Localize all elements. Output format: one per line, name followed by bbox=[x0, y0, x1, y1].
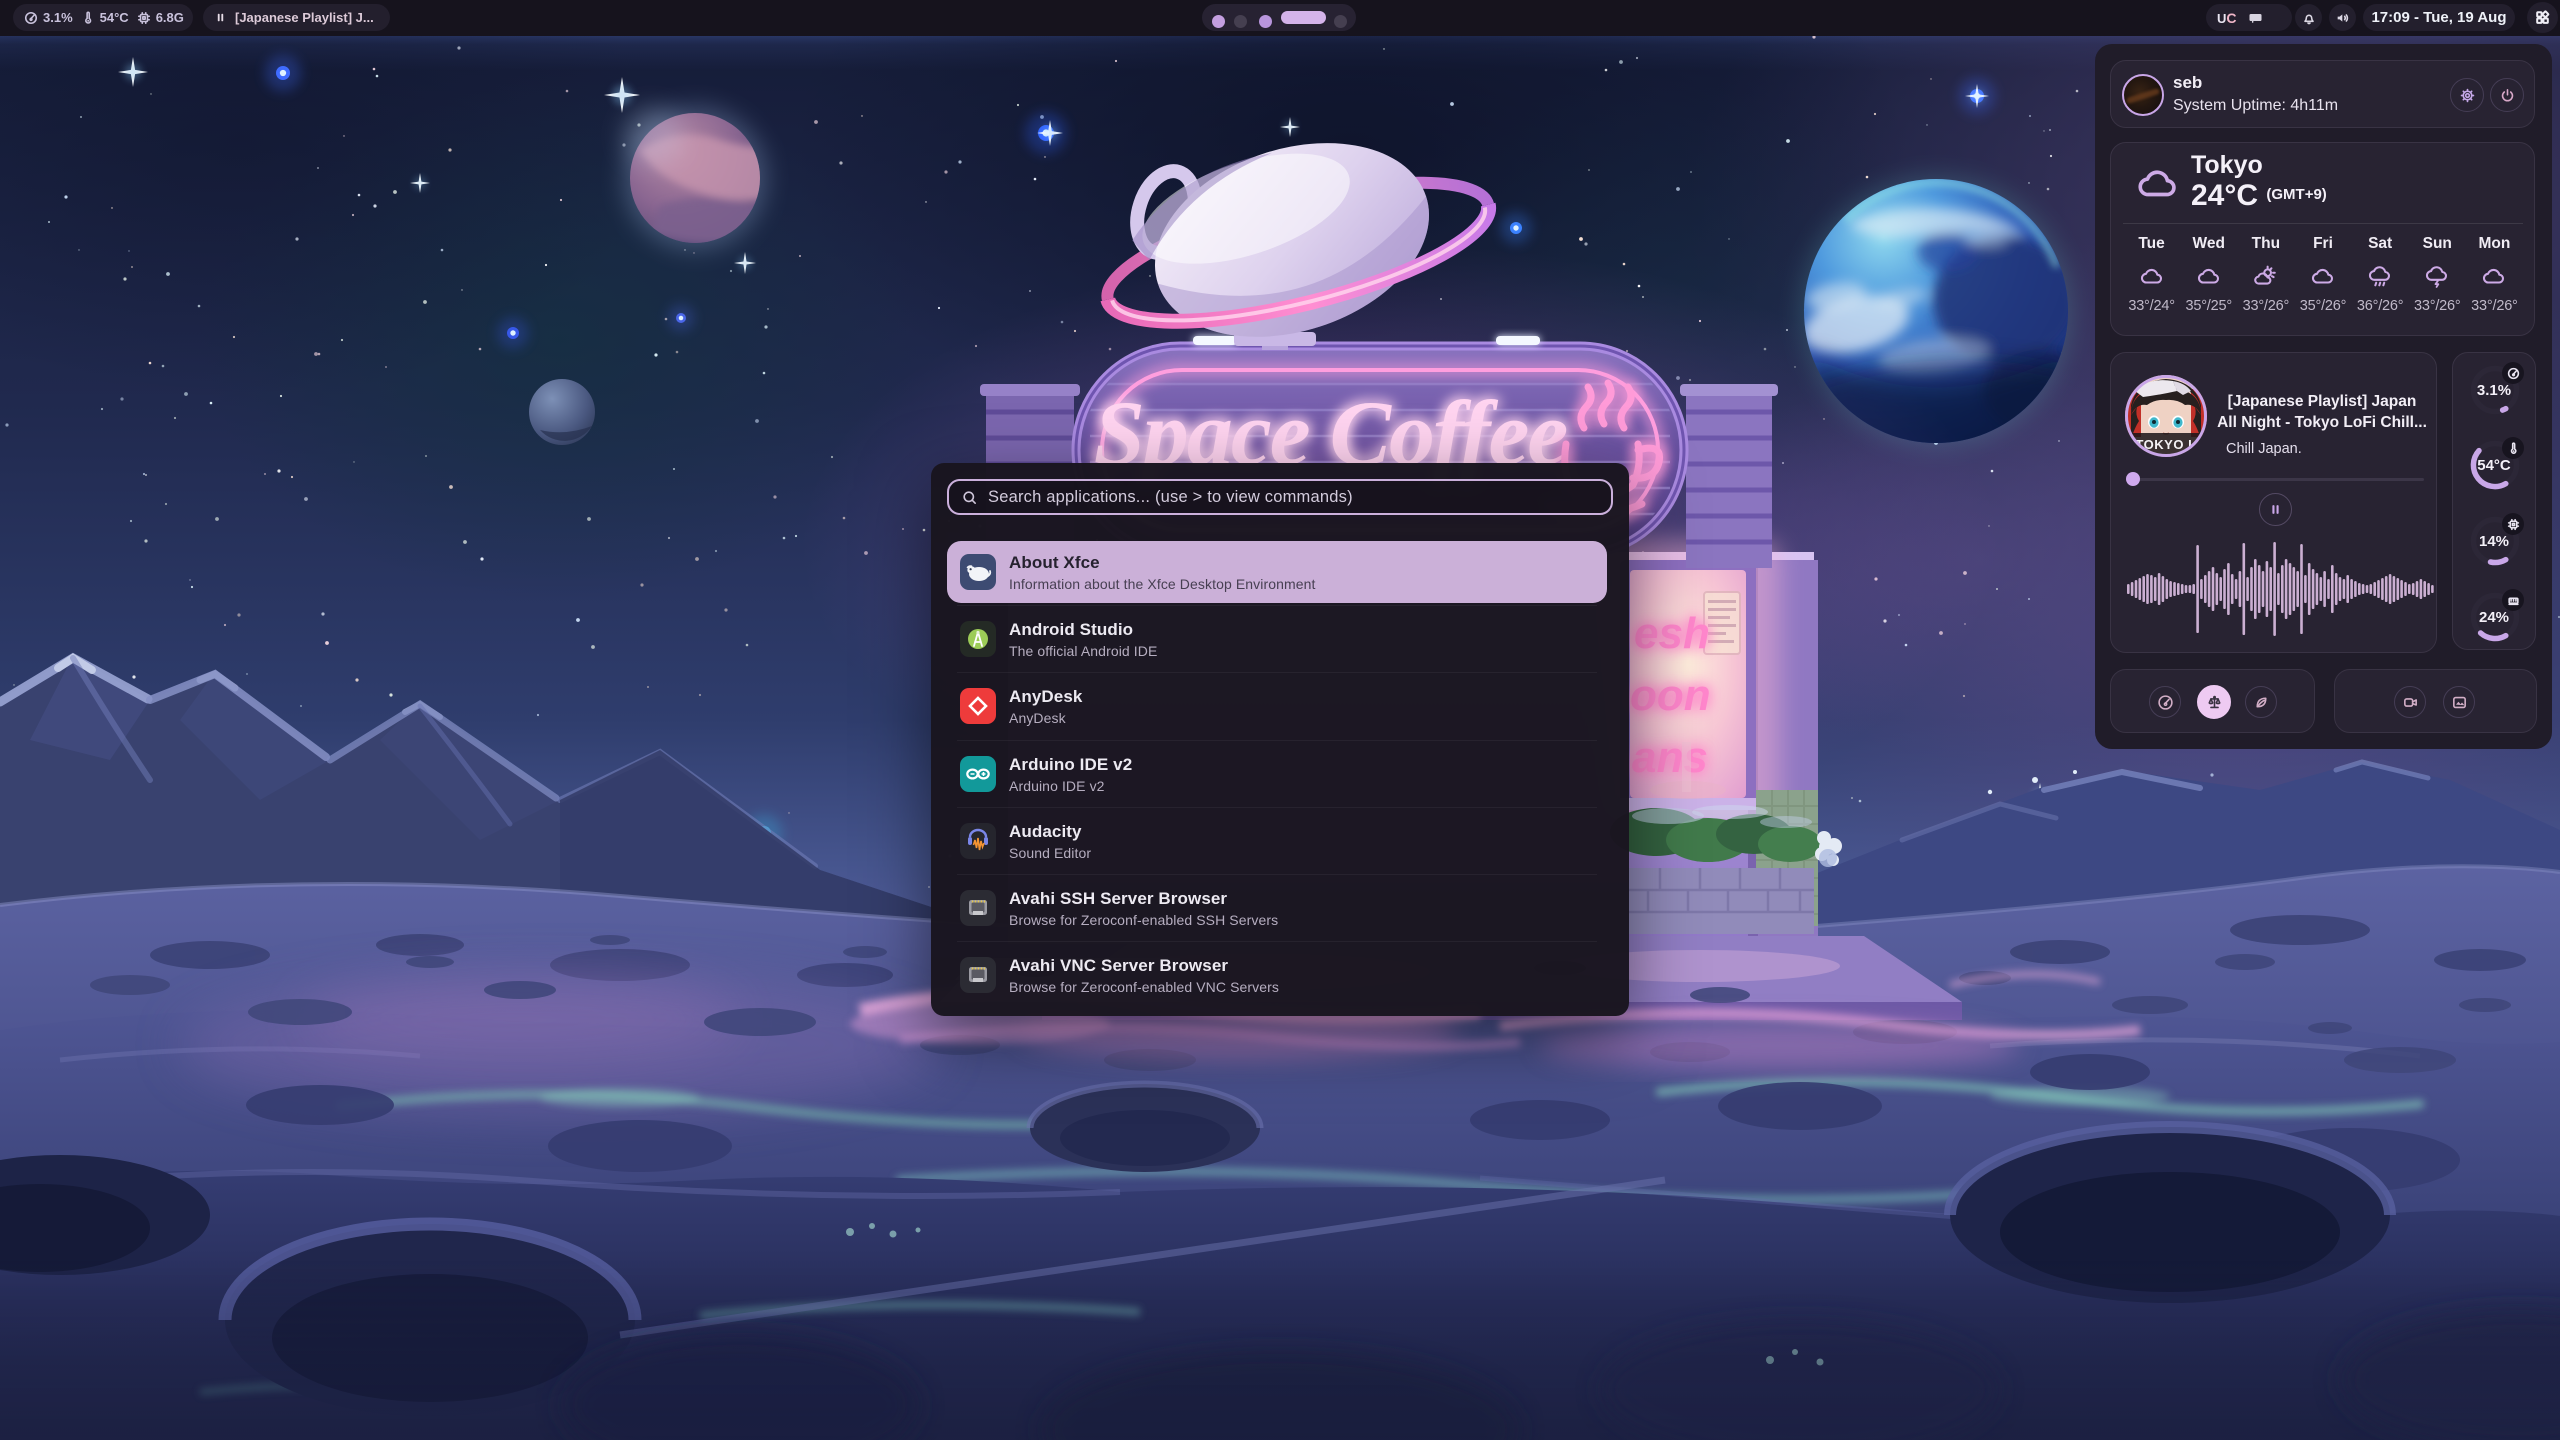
svg-text:3.1%: 3.1% bbox=[2477, 382, 2511, 399]
svg-text:esh: esh bbox=[1634, 609, 1710, 658]
svg-text:24%: 24% bbox=[2479, 609, 2509, 626]
svg-text:oon: oon bbox=[1630, 671, 1711, 720]
svg-text:54°C: 54°C bbox=[2477, 457, 2511, 474]
svg-text:ans: ans bbox=[1632, 733, 1708, 782]
svg-text:14%: 14% bbox=[2479, 533, 2509, 550]
